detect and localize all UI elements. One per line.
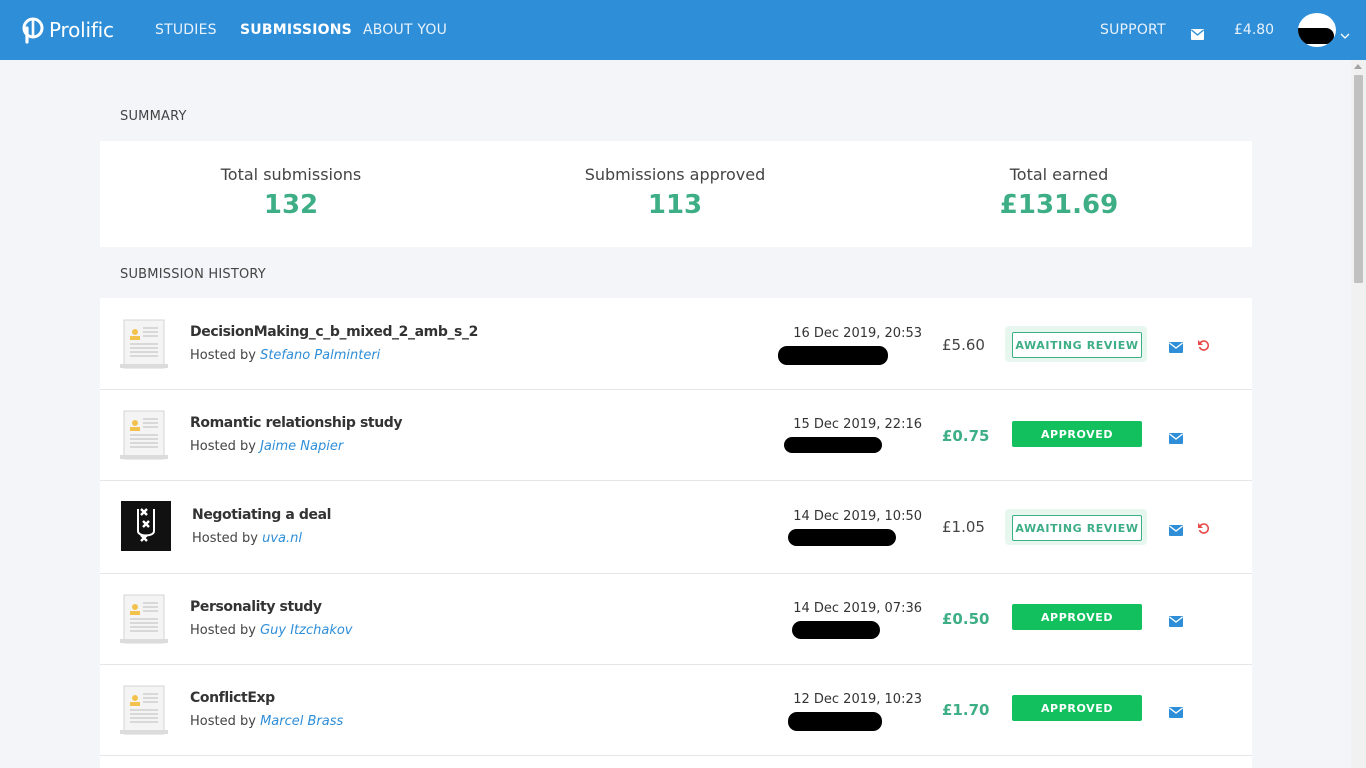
message-researcher-icon[interactable]	[1169, 703, 1183, 722]
message-researcher-icon[interactable]	[1169, 429, 1183, 448]
stat-submissions-approved: Submissions approved 113	[525, 165, 825, 220]
status-badge-wrap: AWAITING REVIEW	[1005, 509, 1147, 545]
table-row[interactable]: Personality study Hosted by Guy Itzchako…	[100, 574, 1252, 665]
nav-about-you[interactable]: ABOUT YOU	[363, 22, 447, 38]
hosted-by: Hosted by Marcel Brass	[190, 714, 343, 729]
redaction-mark	[788, 529, 896, 546]
study-name[interactable]: Romantic relationship study	[190, 415, 403, 431]
avatar[interactable]	[1298, 13, 1336, 47]
submission-date: 15 Dec 2019, 22:16	[793, 417, 922, 432]
status-badge: APPROVED	[1012, 421, 1142, 447]
reward-amount: £0.50	[942, 610, 990, 628]
chevron-down-icon[interactable]	[1340, 25, 1350, 44]
status-badge: APPROVED	[1012, 604, 1142, 630]
summary-heading: SUMMARY	[120, 109, 187, 124]
researcher-link[interactable]: Jaime Napier	[260, 439, 343, 454]
top-nav-bar: Prolific STUDIES SUBMISSIONS ABOUT YOU S…	[0, 0, 1366, 60]
messages-icon[interactable]	[1191, 25, 1204, 44]
nav-submissions[interactable]: SUBMISSIONS	[240, 22, 352, 38]
researcher-link[interactable]: Guy Itzchakov	[260, 623, 352, 638]
nav-studies[interactable]: STUDIES	[155, 22, 217, 38]
logo-text: Prolific	[49, 18, 114, 42]
status-badge: APPROVED	[1012, 695, 1142, 721]
message-researcher-icon[interactable]	[1169, 612, 1183, 631]
redaction-mark	[778, 346, 888, 365]
stat-total-earned: Total earned £131.69	[909, 165, 1209, 220]
hosted-by-prefix: Hosted by	[192, 531, 258, 546]
hosted-by: Hosted by uva.nl	[192, 531, 302, 546]
hosted-by-prefix: Hosted by	[190, 714, 256, 729]
stat-value: £131.69	[999, 190, 1119, 220]
submission-history-heading: SUBMISSION HISTORY	[120, 267, 266, 282]
redaction-mark	[784, 437, 882, 453]
stat-value: 132	[263, 190, 319, 220]
account-balance[interactable]: £4.80	[1234, 22, 1274, 38]
stat-label: Submissions approved	[584, 165, 766, 184]
uva-logo-icon	[121, 501, 171, 551]
return-submission-icon[interactable]	[1197, 520, 1210, 539]
hosted-by-prefix: Hosted by	[190, 348, 256, 363]
table-row[interactable]: ConflictExp Hosted by Marcel Brass 12 De…	[100, 665, 1252, 756]
table-row[interactable]: DecisionMaking_c_b_mixed_2_amb_s_2 Hoste…	[100, 298, 1252, 390]
submission-date: 14 Dec 2019, 10:50	[793, 509, 922, 524]
researcher-link[interactable]: uva.nl	[262, 531, 302, 546]
stat-total-submissions: Total submissions 132	[141, 165, 441, 220]
submission-date: 12 Dec 2019, 10:23	[793, 692, 922, 707]
hosted-by-prefix: Hosted by	[190, 439, 256, 454]
submission-date: 16 Dec 2019, 20:53	[793, 326, 922, 341]
prolific-logo[interactable]: Prolific	[19, 16, 114, 44]
prolific-logo-icon	[22, 17, 44, 44]
document-icon	[120, 684, 168, 736]
hosted-by: Hosted by Jaime Napier	[190, 439, 343, 454]
redaction-mark	[792, 621, 880, 639]
scroll-up-arrow-icon[interactable]	[1354, 64, 1362, 69]
hosted-by: Hosted by Guy Itzchakov	[190, 623, 353, 638]
reward-amount: £1.70	[942, 701, 990, 719]
researcher-link[interactable]: Stefano Palminteri	[260, 348, 380, 363]
message-researcher-icon[interactable]	[1169, 521, 1183, 540]
submission-history-list: DecisionMaking_c_b_mixed_2_amb_s_2 Hoste…	[100, 298, 1252, 768]
return-submission-icon[interactable]	[1197, 337, 1210, 356]
table-row[interactable]: Romantic relationship study Hosted by Ja…	[100, 390, 1252, 481]
scrollbar-thumb[interactable]	[1354, 75, 1363, 283]
hosted-by: Hosted by Stefano Palminteri	[190, 348, 380, 363]
reward-amount: £0.75	[942, 427, 990, 445]
stat-label: Total submissions	[220, 165, 362, 184]
submission-date: 14 Dec 2019, 07:36	[793, 601, 922, 616]
status-badge-wrap: APPROVED	[1005, 692, 1147, 728]
reward-amount: £1.05	[942, 518, 985, 536]
hosted-by-prefix: Hosted by	[190, 623, 256, 638]
researcher-link[interactable]: Marcel Brass	[260, 714, 343, 729]
document-icon	[120, 409, 168, 461]
study-name[interactable]: Negotiating a deal	[192, 507, 331, 523]
study-name[interactable]: ConflictExp	[190, 690, 275, 706]
status-badge: AWAITING REVIEW	[1012, 332, 1142, 358]
redaction-mark	[788, 712, 882, 731]
summary-card: Total submissions 132 Submissions approv…	[100, 141, 1252, 247]
study-name[interactable]: Personality study	[190, 599, 322, 615]
study-name[interactable]: DecisionMaking_c_b_mixed_2_amb_s_2	[190, 324, 478, 340]
nav-support[interactable]: SUPPORT	[1100, 22, 1166, 38]
document-icon	[120, 593, 168, 645]
reward-amount: £5.60	[942, 336, 985, 354]
stat-label: Total earned	[1009, 165, 1109, 184]
status-badge-wrap: APPROVED	[1005, 418, 1147, 454]
table-row[interactable]: Negotiating a deal Hosted by uva.nl 14 D…	[100, 481, 1252, 574]
status-badge-wrap: AWAITING REVIEW	[1005, 326, 1147, 362]
message-researcher-icon[interactable]	[1169, 338, 1183, 357]
document-icon	[120, 318, 168, 370]
status-badge: AWAITING REVIEW	[1012, 515, 1142, 541]
stat-value: 113	[647, 190, 703, 220]
status-badge-wrap: APPROVED	[1005, 601, 1147, 637]
